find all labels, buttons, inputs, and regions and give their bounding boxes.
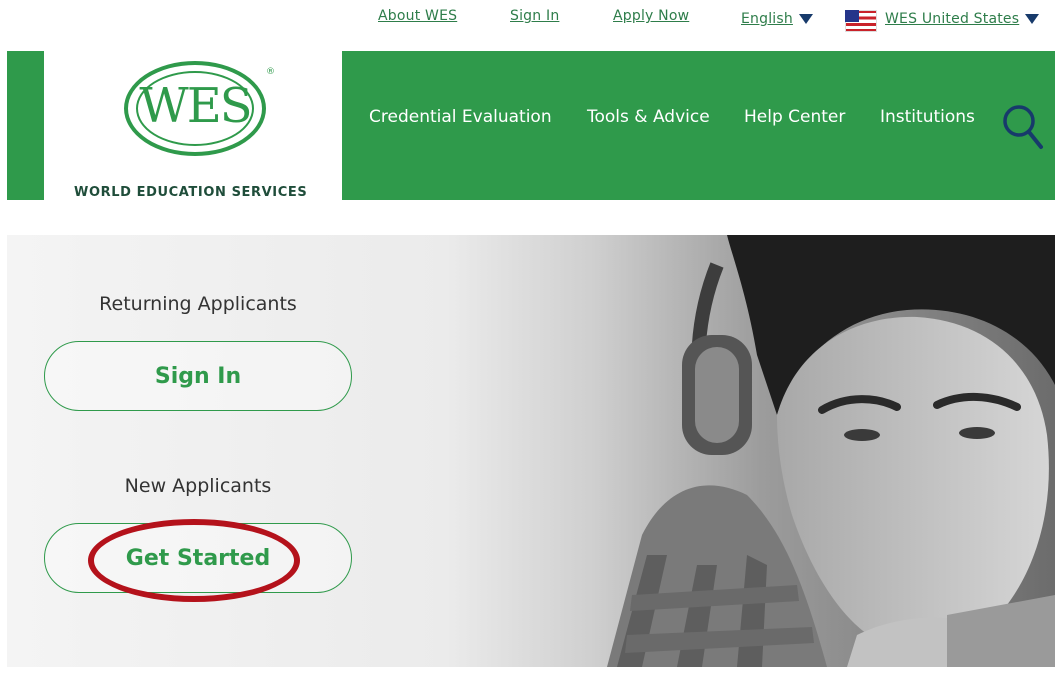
logo-tagline: WORLD EDUCATION SERVICES — [74, 185, 308, 200]
chevron-down-icon — [798, 13, 813, 24]
nav-credential-evaluation[interactable]: Credential Evaluation — [369, 107, 552, 127]
utility-nav: About WES Sign In Apply Now English WES … — [0, 0, 1055, 40]
highlight-annotation — [88, 519, 300, 602]
about-wes-link[interactable]: About WES — [378, 8, 457, 24]
sign-in-button[interactable]: Sign In — [44, 341, 352, 411]
nav-institutions[interactable]: Institutions — [880, 107, 975, 127]
logo-wordmark: WES — [139, 78, 252, 134]
language-selector[interactable]: English — [741, 8, 813, 27]
us-flag-icon — [845, 10, 877, 32]
registered-mark: ® — [266, 67, 275, 77]
new-applicants-label: New Applicants — [124, 475, 272, 497]
returning-applicants-label: Returning Applicants — [99, 293, 297, 315]
search-icon[interactable] — [1000, 101, 1046, 153]
nav-tools-advice[interactable]: Tools & Advice — [587, 107, 710, 127]
hero-photo — [607, 235, 1055, 667]
region-label: WES United States — [885, 11, 1020, 27]
nav-help-center[interactable]: Help Center — [744, 107, 845, 127]
header-accent — [7, 51, 44, 200]
logo-oval: WES — [124, 61, 266, 156]
language-label: English — [741, 11, 793, 27]
wes-logo[interactable]: WES ® WORLD EDUCATION SERVICES — [44, 51, 342, 200]
region-selector[interactable]: WES United States — [885, 8, 1040, 27]
chevron-down-icon — [1025, 13, 1040, 24]
utility-sign-in-link[interactable]: Sign In — [510, 8, 559, 24]
apply-now-link[interactable]: Apply Now — [613, 8, 689, 24]
site-header: WES ® WORLD EDUCATION SERVICES Credentia… — [7, 51, 1055, 200]
hero-banner: Returning Applicants Sign In New Applica… — [7, 235, 1055, 667]
main-nav: Credential Evaluation Tools & Advice Hel… — [342, 51, 1055, 200]
